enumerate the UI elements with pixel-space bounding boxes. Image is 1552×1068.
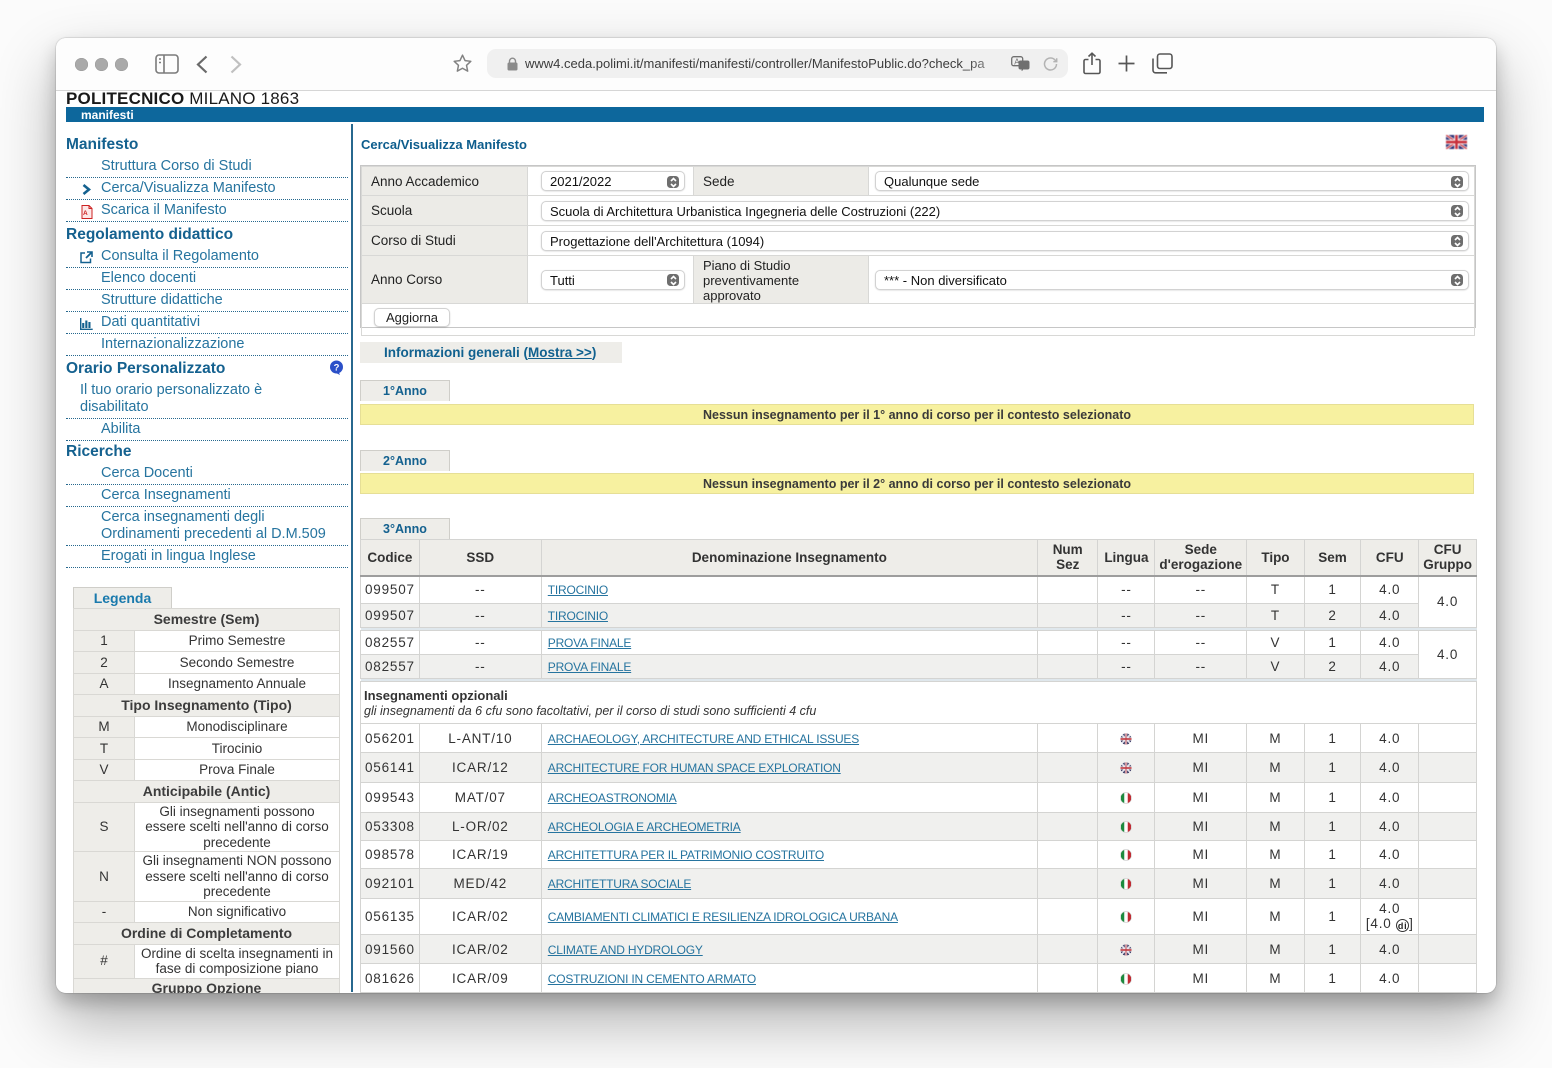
svg-text:?: ? bbox=[334, 363, 340, 374]
svg-text:A: A bbox=[83, 210, 88, 217]
